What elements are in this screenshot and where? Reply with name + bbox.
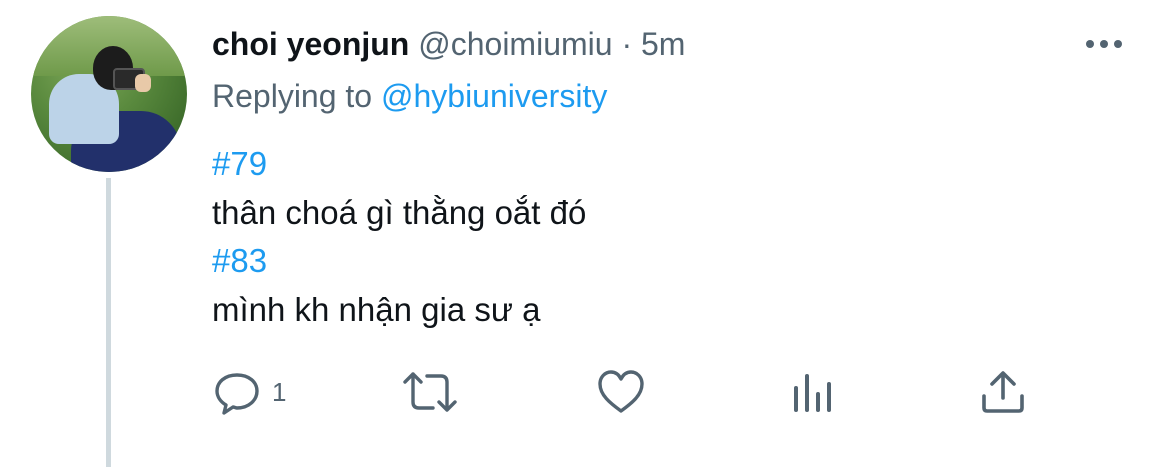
reply-icon bbox=[215, 373, 259, 415]
hashtag-79[interactable]: #79 bbox=[212, 140, 586, 189]
replying-to: Replying to @hybiuniversity bbox=[212, 74, 607, 118]
tweet-text-line: mình kh nhận gia sư ạ bbox=[212, 290, 541, 328]
replying-prefix: Replying to bbox=[212, 78, 373, 114]
tweet-text-line: thân choá gì thằng oắt đó bbox=[212, 193, 587, 231]
hashtag-83[interactable]: #83 bbox=[212, 237, 586, 286]
author-name[interactable]: choi yeonjun bbox=[212, 26, 409, 62]
action-bar: 1 bbox=[0, 368, 1170, 416]
tweet[interactable]: choi yeonjun @choimiumiu · 5m Replying t… bbox=[0, 0, 1170, 467]
reply-button[interactable]: 1 bbox=[212, 368, 286, 416]
analytics-button[interactable] bbox=[790, 368, 836, 416]
replying-to-mention[interactable]: @hybiuniversity bbox=[381, 78, 607, 114]
timestamp[interactable]: 5m bbox=[641, 26, 685, 62]
author-handle[interactable]: @choimiumiu bbox=[418, 26, 612, 62]
thread-line bbox=[106, 178, 111, 467]
avatar-hand bbox=[135, 74, 151, 92]
share-icon bbox=[982, 371, 1024, 413]
analytics-icon bbox=[794, 374, 831, 412]
avatar[interactable] bbox=[31, 16, 187, 172]
more-dot bbox=[1114, 40, 1122, 48]
like-button[interactable] bbox=[596, 368, 646, 416]
tweet-body: #79 thân choá gì thằng oắt đó #83 mình k… bbox=[212, 140, 586, 334]
separator-dot: · bbox=[621, 26, 633, 62]
reply-count: 1 bbox=[272, 376, 287, 407]
more-dot bbox=[1100, 40, 1108, 48]
heart-icon bbox=[598, 370, 644, 413]
more-dot bbox=[1086, 40, 1094, 48]
retweet-button[interactable] bbox=[401, 368, 459, 416]
more-icon[interactable] bbox=[1086, 34, 1130, 54]
share-button[interactable] bbox=[978, 368, 1028, 416]
retweet-icon bbox=[403, 372, 457, 412]
tweet-header: choi yeonjun @choimiumiu · 5m bbox=[212, 22, 685, 66]
